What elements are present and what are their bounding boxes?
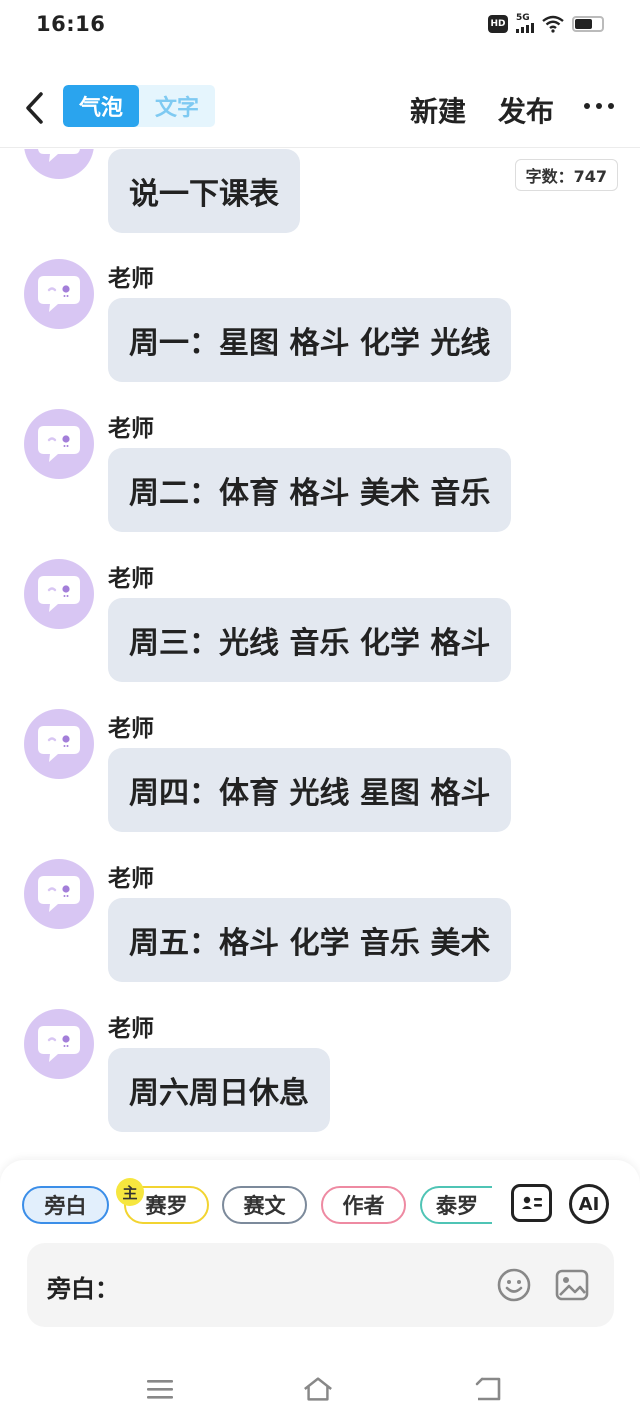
return-icon bbox=[475, 1377, 501, 1401]
menu-lines-icon bbox=[147, 1380, 173, 1399]
recent-apps-button[interactable] bbox=[144, 1374, 176, 1404]
message-input[interactable] bbox=[127, 1265, 467, 1305]
sender-name: 老师 bbox=[108, 266, 154, 292]
chat-bubble-face-icon bbox=[38, 426, 80, 462]
sender-name: 老师 bbox=[108, 866, 154, 892]
chat-bubble-face-icon bbox=[38, 876, 80, 912]
word-count-badge: 字数：747 bbox=[514, 159, 618, 191]
role-chip-tailuo[interactable]: 泰罗 bbox=[420, 1186, 492, 1224]
avatar[interactable] bbox=[24, 1009, 94, 1079]
chat-bubble-face-icon bbox=[38, 726, 80, 762]
role-manage-button[interactable] bbox=[511, 1184, 552, 1222]
message-bubble[interactable]: 周三：光线 音乐 化学 格斗 bbox=[108, 598, 512, 682]
role-chip-narrator[interactable]: 旁白 bbox=[22, 1186, 109, 1224]
sender-name: 老师 bbox=[108, 1016, 154, 1042]
system-nav-bar bbox=[0, 1360, 640, 1427]
back-button[interactable] bbox=[18, 86, 50, 130]
contact-card-icon bbox=[521, 1196, 542, 1209]
emoji-button[interactable] bbox=[496, 1267, 532, 1303]
input-speaker-label: 旁白： bbox=[47, 1275, 119, 1303]
chevron-left-icon bbox=[26, 92, 43, 124]
signal-icon: 5G bbox=[516, 14, 534, 33]
sender-name: 老师 bbox=[108, 716, 154, 742]
status-bar: 16:16 HD 5G bbox=[0, 0, 640, 52]
image-button[interactable] bbox=[554, 1267, 590, 1303]
new-button[interactable]: 新建 bbox=[410, 90, 466, 130]
image-icon bbox=[555, 1269, 589, 1301]
mode-toggle: 气泡 文字 bbox=[63, 85, 215, 127]
ai-button[interactable]: AI bbox=[569, 1184, 609, 1224]
message-bubble[interactable]: 周二：体育 格斗 美术 音乐 bbox=[108, 448, 512, 532]
chat-area[interactable]: 字数：747 说一下课表 老师 周一：星图 格斗 化学 光线 老师 周二：体育 … bbox=[0, 149, 640, 1159]
sender-name: 老师 bbox=[108, 566, 154, 592]
home-icon bbox=[304, 1377, 332, 1401]
message-bubble[interactable]: 周六周日休息 bbox=[108, 1048, 330, 1132]
sender-name: 老师 bbox=[108, 416, 154, 442]
main-role-badge: 主 bbox=[116, 1178, 144, 1206]
message-bubble[interactable]: 周四：体育 光线 星图 格斗 bbox=[108, 748, 512, 832]
role-selector: 旁白 赛罗 主 赛文 作者 泰罗 AI bbox=[0, 1160, 640, 1244]
message-bubble[interactable]: 周一：星图 格斗 化学 光线 bbox=[108, 298, 512, 382]
chat-bubble-face-icon bbox=[38, 1026, 80, 1062]
battery-icon bbox=[572, 15, 604, 32]
avatar[interactable] bbox=[24, 149, 94, 179]
network-label: 5G bbox=[516, 13, 530, 23]
more-button[interactable] bbox=[584, 94, 614, 118]
back-nav-button[interactable] bbox=[472, 1374, 504, 1404]
publish-button[interactable]: 发布 bbox=[498, 90, 554, 130]
chat-bubble-face-icon bbox=[38, 149, 80, 162]
wifi-icon bbox=[542, 15, 564, 33]
status-icons: HD 5G bbox=[488, 14, 604, 33]
role-chip-saiwen[interactable]: 赛文 bbox=[222, 1186, 307, 1224]
more-dots-icon bbox=[584, 103, 590, 109]
smiley-icon bbox=[497, 1268, 531, 1302]
avatar[interactable] bbox=[24, 559, 94, 629]
message-input-box: 旁白： bbox=[27, 1243, 614, 1327]
mode-bubble-tab[interactable]: 气泡 bbox=[63, 85, 139, 127]
chat-bubble-face-icon bbox=[38, 576, 80, 612]
avatar[interactable] bbox=[24, 409, 94, 479]
composer-panel: 旁白 赛罗 主 赛文 作者 泰罗 AI 旁白： bbox=[0, 1160, 640, 1360]
message-bubble[interactable]: 周五：格斗 化学 音乐 美术 bbox=[108, 898, 512, 982]
mode-text-tab[interactable]: 文字 bbox=[139, 85, 215, 127]
hd-icon: HD bbox=[488, 14, 508, 33]
avatar[interactable] bbox=[24, 259, 94, 329]
home-button[interactable] bbox=[302, 1374, 334, 1404]
top-nav: 气泡 文字 新建 发布 bbox=[0, 72, 640, 148]
role-chip-author[interactable]: 作者 bbox=[321, 1186, 406, 1224]
chat-bubble-face-icon bbox=[38, 276, 80, 312]
avatar[interactable] bbox=[24, 709, 94, 779]
status-time: 16:16 bbox=[36, 12, 106, 36]
message-bubble[interactable]: 说一下课表 bbox=[108, 149, 300, 233]
avatar[interactable] bbox=[24, 859, 94, 929]
